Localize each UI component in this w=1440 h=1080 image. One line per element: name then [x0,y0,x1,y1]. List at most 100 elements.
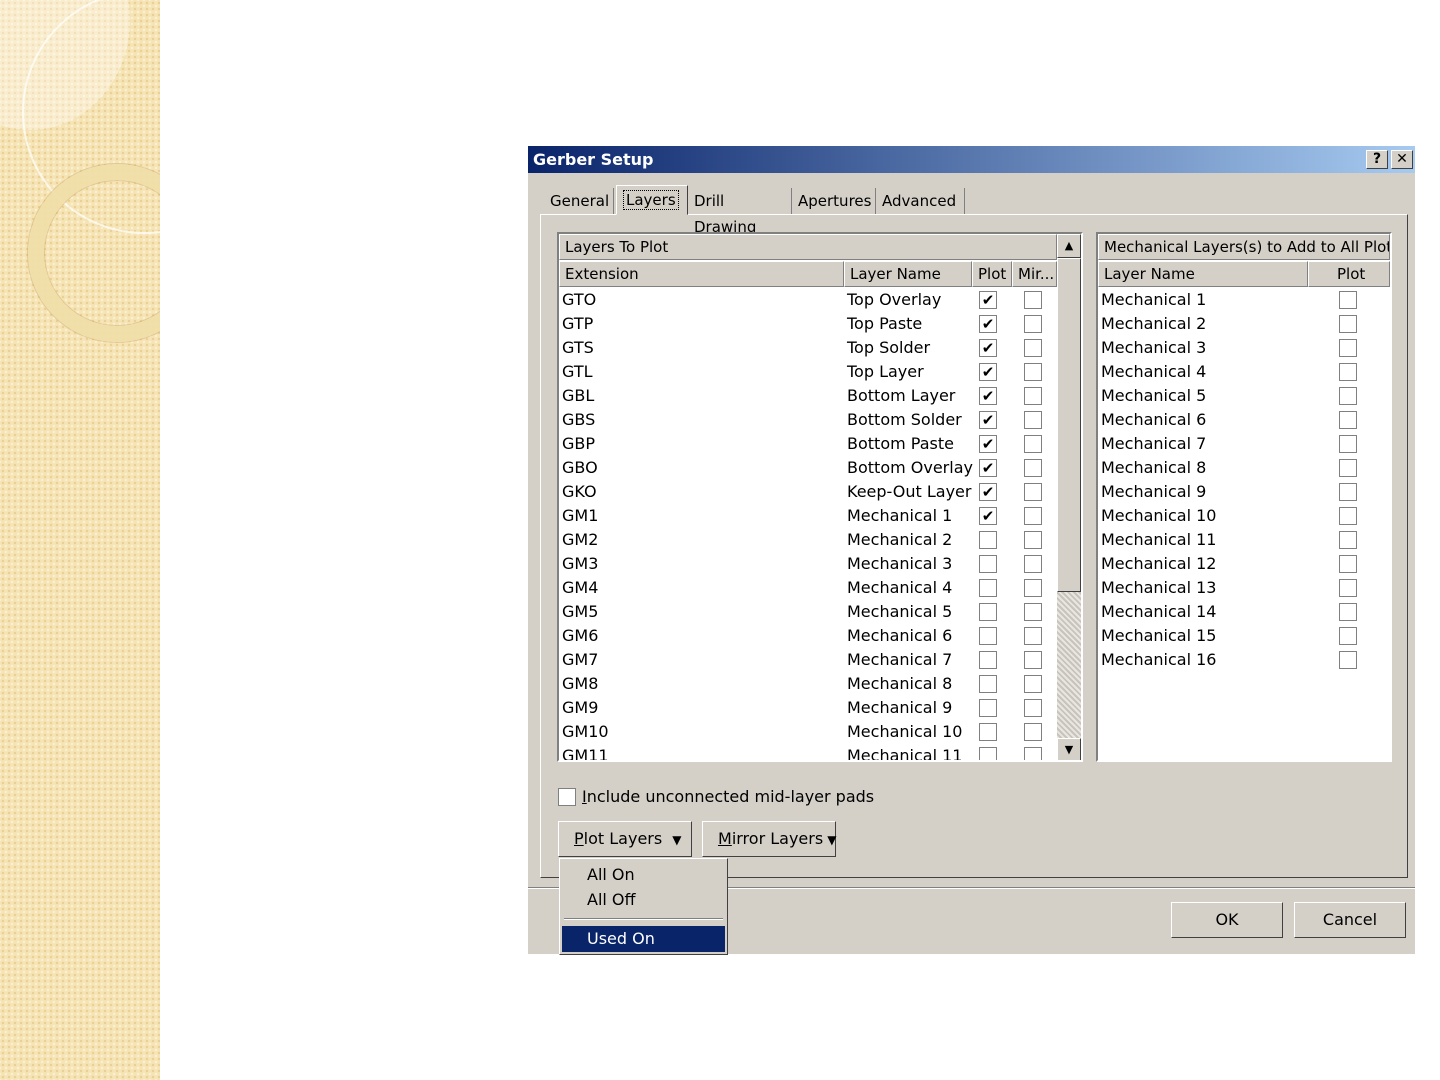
plot-checkbox[interactable] [979,291,997,309]
plot-checkbox[interactable] [1339,603,1357,621]
menu-item-all-on[interactable]: All On [562,862,725,888]
plot-checkbox[interactable] [1339,555,1357,573]
mirror-checkbox[interactable] [1024,363,1042,381]
table-row[interactable]: GTP Top Paste [559,312,1057,336]
table-row[interactable]: GM2 Mechanical 2 [559,528,1057,552]
plot-checkbox[interactable] [1339,531,1357,549]
mirror-layers-button[interactable]: Mirror Layers ▼ [702,821,836,857]
column-layer-name[interactable]: Layer Name [1098,261,1308,287]
menu-item-all-off[interactable]: All Off [562,887,725,913]
mirror-checkbox[interactable] [1024,579,1042,597]
plot-checkbox[interactable] [979,435,997,453]
plot-checkbox[interactable] [1339,435,1357,453]
plot-checkbox[interactable] [979,387,997,405]
table-row[interactable]: GTO Top Overlay [559,288,1057,312]
plot-checkbox[interactable] [1339,315,1357,333]
table-row[interactable]: GM7 Mechanical 7 [559,648,1057,672]
table-row[interactable]: Mechanical 5 [1098,384,1390,408]
table-row[interactable]: GM4 Mechanical 4 [559,576,1057,600]
cancel-button[interactable]: Cancel [1294,902,1406,938]
plot-checkbox[interactable] [979,459,997,477]
table-row[interactable]: Mechanical 1 [1098,288,1390,312]
plot-checkbox[interactable] [979,747,997,760]
plot-checkbox[interactable] [1339,411,1357,429]
plot-checkbox[interactable] [979,507,997,525]
mirror-checkbox[interactable] [1024,435,1042,453]
plot-checkbox[interactable] [979,315,997,333]
table-row[interactable]: GBL Bottom Layer [559,384,1057,408]
mirror-checkbox[interactable] [1024,603,1042,621]
table-row[interactable]: GBO Bottom Overlay [559,456,1057,480]
plot-checkbox[interactable] [979,603,997,621]
tab-apertures[interactable]: Apertures [792,188,876,214]
column-plot[interactable]: Plot [972,261,1012,287]
table-row[interactable]: GM1 Mechanical 1 [559,504,1057,528]
scroll-down-button[interactable]: ▼ [1057,738,1081,760]
plot-checkbox[interactable] [979,531,997,549]
plot-checkbox[interactable] [979,627,997,645]
mirror-checkbox[interactable] [1024,459,1042,477]
mirror-checkbox[interactable] [1024,315,1042,333]
plot-checkbox[interactable] [1339,627,1357,645]
table-row[interactable]: Mechanical 2 [1098,312,1390,336]
help-button[interactable]: ? [1366,150,1388,169]
plot-checkbox[interactable] [1339,483,1357,501]
plot-checkbox[interactable] [979,723,997,741]
table-row[interactable]: GM8 Mechanical 8 [559,672,1057,696]
checkbox[interactable] [558,788,576,806]
mirror-checkbox[interactable] [1024,555,1042,573]
scroll-up-button[interactable]: ▲ [1057,234,1081,258]
table-row[interactable]: Mechanical 14 [1098,600,1390,624]
mirror-checkbox[interactable] [1024,291,1042,309]
tab-layers[interactable]: Layers [616,185,688,215]
table-row[interactable]: Mechanical 16 [1098,648,1390,672]
plot-checkbox[interactable] [979,651,997,669]
table-row[interactable]: GM11 Mechanical 11 [559,744,1057,760]
table-row[interactable]: Mechanical 3 [1098,336,1390,360]
scroll-track[interactable] [1057,592,1081,738]
mirror-checkbox[interactable] [1024,651,1042,669]
tab-general[interactable]: General [544,188,614,214]
plot-checkbox[interactable] [1339,507,1357,525]
plot-checkbox[interactable] [1339,579,1357,597]
mirror-checkbox[interactable] [1024,723,1042,741]
table-row[interactable]: GM10 Mechanical 10 [559,720,1057,744]
plot-checkbox[interactable] [1339,651,1357,669]
mirror-checkbox[interactable] [1024,411,1042,429]
ok-button[interactable]: OK [1171,902,1283,938]
mirror-checkbox[interactable] [1024,675,1042,693]
mirror-checkbox[interactable] [1024,747,1042,760]
table-row[interactable]: Mechanical 15 [1098,624,1390,648]
table-row[interactable]: Mechanical 13 [1098,576,1390,600]
mirror-checkbox[interactable] [1024,507,1042,525]
mirror-checkbox[interactable] [1024,627,1042,645]
dialog-titlebar[interactable]: Gerber Setup ? ✕ [528,146,1415,173]
plot-checkbox[interactable] [979,579,997,597]
plot-checkbox[interactable] [979,339,997,357]
plot-checkbox[interactable] [979,483,997,501]
plot-checkbox[interactable] [979,675,997,693]
table-row[interactable]: GM5 Mechanical 5 [559,600,1057,624]
table-row[interactable]: Mechanical 9 [1098,480,1390,504]
mechanical-layers-list[interactable]: Mechanical Layers(s) to Add to All Plots… [1096,232,1392,762]
plot-checkbox[interactable] [1339,339,1357,357]
table-row[interactable]: GM9 Mechanical 9 [559,696,1057,720]
plot-checkbox[interactable] [1339,459,1357,477]
table-row[interactable]: GTS Top Solder [559,336,1057,360]
table-row[interactable]: Mechanical 10 [1098,504,1390,528]
plot-layers-button[interactable]: Plot Layers ▼ [558,821,692,857]
plot-checkbox[interactable] [979,363,997,381]
tab-advanced[interactable]: Advanced [876,188,965,214]
table-row[interactable]: GM3 Mechanical 3 [559,552,1057,576]
column-layer-name[interactable]: Layer Name [844,261,972,287]
mirror-checkbox[interactable] [1024,531,1042,549]
table-row[interactable]: GBS Bottom Solder [559,408,1057,432]
table-row[interactable]: Mechanical 12 [1098,552,1390,576]
mirror-checkbox[interactable] [1024,483,1042,501]
mirror-checkbox[interactable] [1024,339,1042,357]
table-row[interactable]: Mechanical 8 [1098,456,1390,480]
plot-checkbox[interactable] [1339,387,1357,405]
table-row[interactable]: GKO Keep-Out Layer [559,480,1057,504]
plot-checkbox[interactable] [1339,363,1357,381]
plot-checkbox[interactable] [1339,291,1357,309]
